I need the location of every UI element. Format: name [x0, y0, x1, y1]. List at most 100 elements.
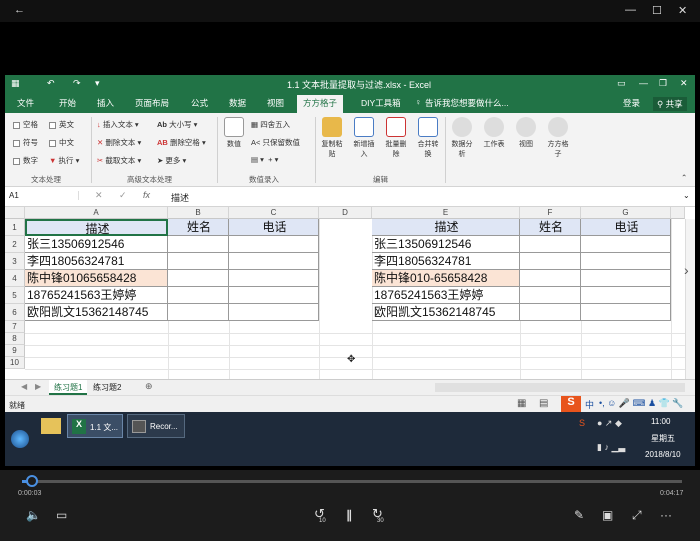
more-options-icon[interactable]: ··· — [660, 508, 672, 522]
subtitles-icon[interactable]: ▭ — [56, 508, 67, 522]
tell-me-box[interactable]: 告诉我您想要做什么... — [425, 97, 509, 109]
prev-sheet-icon[interactable]: ◀ — [21, 382, 27, 391]
right-phone-row-3[interactable] — [581, 270, 671, 287]
next-video-icon[interactable]: › — [684, 262, 689, 278]
left-desc-row-1[interactable]: 张三13506912546 — [25, 236, 168, 253]
case-button[interactable]: Ab 大小写 ▾ — [157, 119, 197, 130]
mini-view-icon[interactable]: ▣ — [602, 508, 613, 522]
maximize-icon[interactable]: ☐ — [652, 4, 662, 17]
sheet-tab-1[interactable]: 练习题1 — [49, 380, 88, 395]
check-chinese[interactable]: 中文 — [49, 137, 74, 148]
delete-text-button[interactable]: ✕ 删除文本 ▾ — [97, 137, 141, 148]
tab-insert[interactable]: 插入 — [97, 97, 114, 109]
minimize-icon[interactable]: — — [625, 4, 636, 16]
formula-input[interactable]: 描述 — [171, 191, 189, 204]
right-name-row-3[interactable] — [520, 270, 581, 287]
seek-bar[interactable] — [22, 480, 682, 483]
tab-home[interactable]: 开始 — [59, 97, 76, 109]
volume-icon[interactable]: 🔈 — [26, 508, 41, 522]
col-header-d[interactable]: D — [319, 207, 372, 219]
right-name-row-2[interactable] — [520, 253, 581, 270]
excel-close-icon[interactable]: ✕ — [680, 78, 688, 89]
left-desc-row-3[interactable]: 陈中锋01065658428 — [25, 270, 168, 287]
worksheet-button[interactable]: 工作表 — [481, 117, 507, 149]
tab-formulas[interactable]: 公式 — [191, 97, 208, 109]
undo-icon[interactable]: ↶ — [47, 78, 55, 89]
execute-button[interactable]: ▼ 执行 ▾ — [49, 155, 79, 166]
tab-view[interactable]: 视图 — [267, 97, 284, 109]
misc-number-tools[interactable]: ▤ ▾ + ▾ — [251, 155, 278, 164]
col-header-e[interactable]: E — [372, 207, 520, 219]
function-icon[interactable]: fx — [143, 190, 150, 200]
left-phone-row-3[interactable] — [229, 270, 319, 287]
right-name-row-1[interactable] — [520, 236, 581, 253]
col-header-a[interactable]: A — [25, 207, 168, 219]
row-header-5[interactable]: 5 — [5, 287, 25, 304]
right-name-row-5[interactable] — [520, 304, 581, 321]
check-symbol[interactable]: 符号 — [13, 137, 38, 148]
copy-paste-button[interactable]: 复制粘贴 — [319, 117, 345, 159]
page-layout-icon[interactable]: ▤ — [539, 398, 548, 409]
add-sheet-icon[interactable]: ⊕ — [145, 381, 153, 392]
left-desc-row-4[interactable]: 18765241563王婷婷 — [25, 287, 168, 304]
tray-sogou-icon[interactable]: S — [579, 418, 585, 428]
col-header-g[interactable]: G — [581, 207, 671, 219]
back-arrow-icon[interactable]: ← — [14, 4, 25, 16]
tray-volume-icons[interactable]: ▮ ♪ ▁▃ — [597, 442, 625, 453]
check-english[interactable]: 英文 — [49, 119, 74, 130]
tab-fangfang[interactable]: 方方格子 — [297, 95, 344, 113]
tab-diy-toolbox[interactable]: DIY工具箱 — [361, 97, 401, 109]
excel-restore-icon[interactable]: ❐ — [659, 78, 667, 89]
collapse-ribbon-icon[interactable]: ⌃ — [681, 173, 687, 182]
pause-icon[interactable]: ∥ — [346, 508, 352, 522]
row-header-6[interactable]: 6 — [5, 304, 25, 321]
right-phone-row-1[interactable] — [581, 236, 671, 253]
row-header-9[interactable]: 9 — [5, 345, 25, 357]
taskbar-recorder-app[interactable]: Recor... — [127, 414, 185, 438]
more-button[interactable]: ➤ 更多 ▾ — [157, 155, 186, 166]
right-desc-row-4[interactable]: 18765241563王婷婷 — [372, 287, 520, 304]
share-button[interactable]: ⚲ 共享 — [653, 97, 687, 111]
ime-mode[interactable]: 中 — [585, 398, 594, 411]
right-desc-row-2[interactable]: 李四18056324781 — [372, 253, 520, 270]
row-header-7[interactable]: 7 — [5, 321, 25, 333]
right-desc-row-5[interactable]: 欧阳凯文15362148745 — [372, 304, 520, 321]
next-sheet-icon[interactable]: ▶ — [35, 382, 41, 391]
left-header-desc[interactable]: 描述 — [25, 219, 168, 236]
batch-delete-button[interactable]: 批量删除 — [383, 117, 409, 159]
fangfang-button[interactable]: 方方格子 — [545, 117, 571, 159]
tab-page-layout[interactable]: 页面布局 — [135, 97, 169, 109]
right-phone-row-2[interactable] — [581, 253, 671, 270]
left-name-row-2[interactable] — [168, 253, 229, 270]
row-header-8[interactable]: 8 — [5, 333, 25, 345]
quick-access-icon[interactable]: ▾ — [95, 78, 100, 89]
enter-icon[interactable]: ✓ — [119, 190, 127, 201]
col-header-c[interactable]: C — [229, 207, 319, 219]
taskbar-excel-app[interactable]: X 1.1 文... — [67, 414, 123, 438]
keep-value-button[interactable]: A< 只保留数值 — [251, 137, 300, 148]
tab-file[interactable]: 文件 — [17, 97, 34, 109]
file-explorer-icon[interactable] — [41, 418, 61, 434]
right-phone-row-5[interactable] — [581, 304, 671, 321]
left-phone-row-4[interactable] — [229, 287, 319, 304]
select-all[interactable] — [5, 207, 25, 219]
left-header-phone[interactable]: 电话 — [229, 219, 319, 236]
right-phone-row-4[interactable] — [581, 287, 671, 304]
name-box[interactable]: A1 — [9, 191, 79, 200]
right-name-row-4[interactable] — [520, 287, 581, 304]
value-button[interactable]: 数值 — [221, 117, 247, 149]
left-phone-row-2[interactable] — [229, 253, 319, 270]
left-name-row-5[interactable] — [168, 304, 229, 321]
ribbon-display-icon[interactable]: ▭ — [617, 78, 626, 89]
left-phone-row-5[interactable] — [229, 304, 319, 321]
tray-icons[interactable]: ● ↗ ◆ — [597, 418, 622, 429]
left-header-name[interactable]: 姓名 — [168, 219, 229, 236]
cancel-icon[interactable]: ✕ — [95, 190, 103, 201]
sogou-ime-icon[interactable]: S — [561, 396, 581, 412]
extract-text-button[interactable]: ✂ 截取文本 ▾ — [97, 155, 141, 166]
right-header-phone[interactable]: 电话 — [581, 219, 671, 236]
insert-text-button[interactable]: ↓ 插入文本 ▾ — [97, 119, 139, 130]
merge-convert-button[interactable]: 合并转换 — [415, 117, 441, 159]
right-desc-row-1[interactable]: 张三13506912546 — [372, 236, 520, 253]
col-header-f[interactable]: F — [520, 207, 581, 219]
